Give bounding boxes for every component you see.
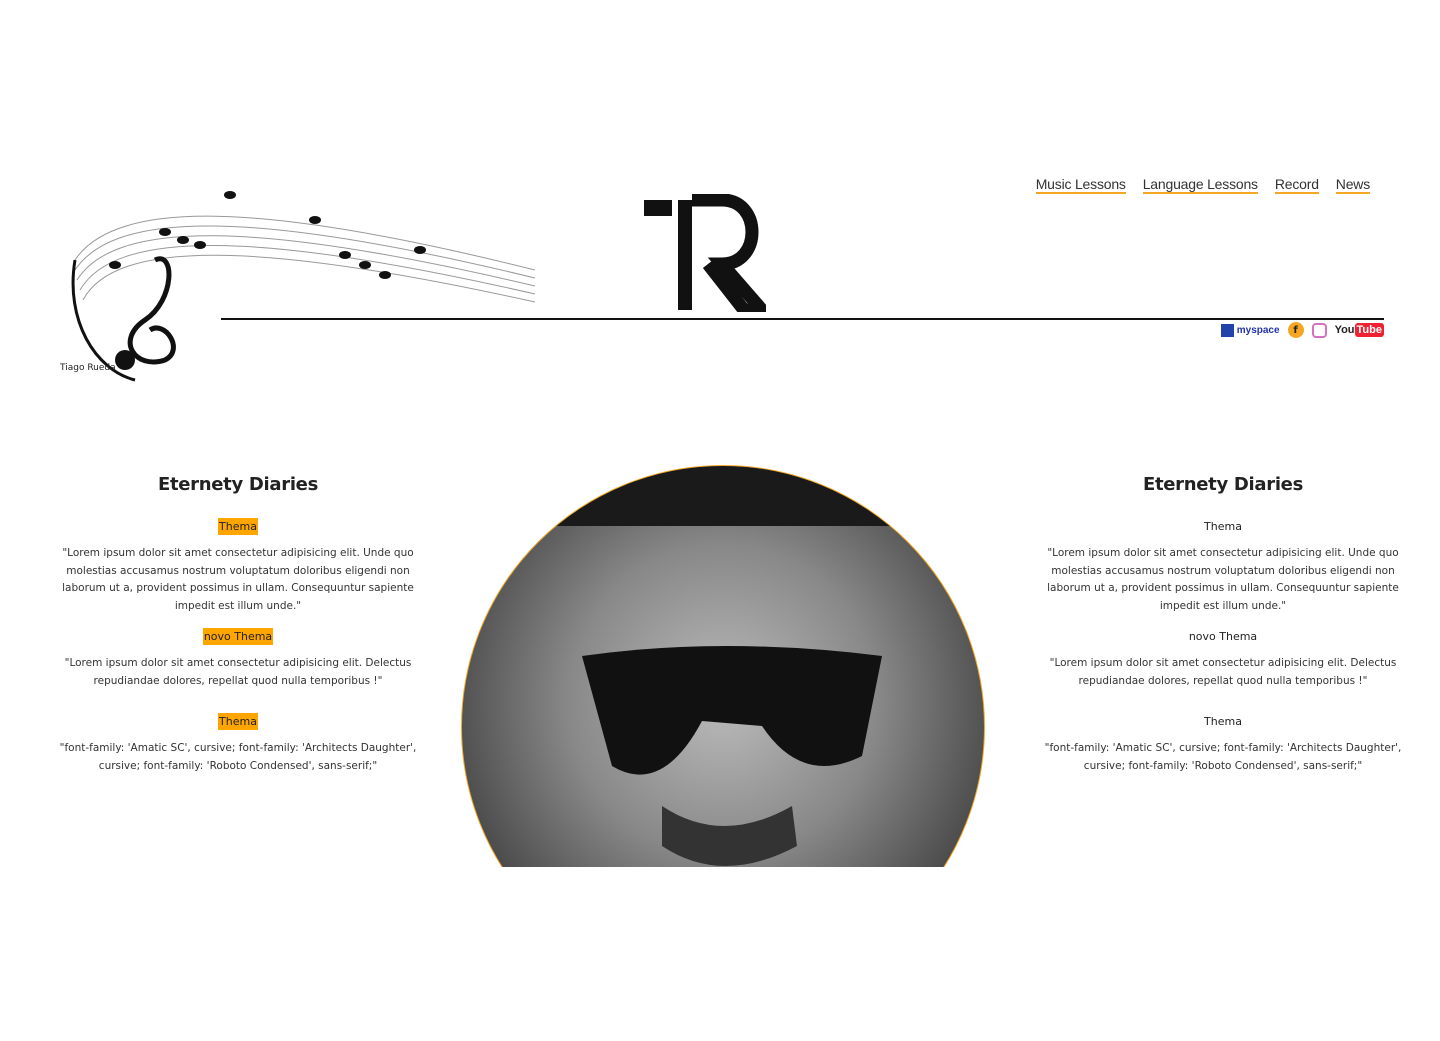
left-title: Eternety Diaries [157, 474, 319, 495]
right-column: Eternety Diaries Thema "Lorem ipsum dolo… [1038, 474, 1408, 785]
right-tag-3: Thema [1204, 715, 1242, 728]
right-tag-1: Thema [1204, 520, 1242, 533]
left-text-1: "Lorem ipsum dolor sit amet consectetur … [62, 547, 414, 612]
header-divider [221, 318, 1384, 320]
nav-news[interactable]: News [1335, 176, 1370, 194]
sunglasses-icon [462, 466, 984, 866]
nav-music-lessons[interactable]: Music Lessons [1035, 176, 1126, 194]
right-title: Eternety Diaries [1142, 474, 1304, 495]
nav-record[interactable]: Record [1274, 176, 1319, 194]
main-nav: Music Lessons Language Lessons Record Ne… [1035, 176, 1370, 194]
left-tag-3: Thema [218, 713, 258, 730]
right-text-1: "Lorem ipsum dolor sit amet consectetur … [1047, 547, 1399, 612]
nav-language-lessons[interactable]: Language Lessons [1142, 176, 1258, 194]
youtube-label-b: Tube [1354, 323, 1384, 337]
left-tag-1: Thema [218, 518, 258, 535]
left-text-2: "Lorem ipsum dolor sit amet consectetur … [64, 657, 412, 687]
myspace-link[interactable]: myspace [1220, 323, 1280, 337]
signature: Tiago Rueda [59, 363, 116, 373]
myspace-label: myspace [1236, 324, 1280, 336]
tr-logo-icon [644, 193, 777, 317]
left-column: Eternety Diaries Thema "Lorem ipsum dolo… [53, 474, 423, 785]
profile-photo [461, 465, 985, 867]
youtube-label-a: You [1334, 324, 1355, 336]
instagram-icon[interactable] [1311, 322, 1327, 338]
right-text-2: "Lorem ipsum dolor sit amet consectetur … [1049, 657, 1397, 687]
myspace-icon [1220, 323, 1234, 337]
social-links: myspace f You Tube [1220, 322, 1384, 338]
youtube-icon[interactable]: You Tube [1335, 323, 1384, 337]
facebook-icon[interactable]: f [1287, 322, 1304, 338]
left-tag-2: novo Thema [202, 628, 274, 645]
right-tag-2: novo Thema [1188, 630, 1258, 643]
left-text-3: "font-family: 'Amatic SC', cursive; font… [59, 742, 417, 772]
right-text-3: "font-family: 'Amatic SC', cursive; font… [1044, 742, 1402, 772]
logo[interactable] [642, 193, 777, 317]
music-staff-image: Tiago Rueda [55, 180, 555, 394]
